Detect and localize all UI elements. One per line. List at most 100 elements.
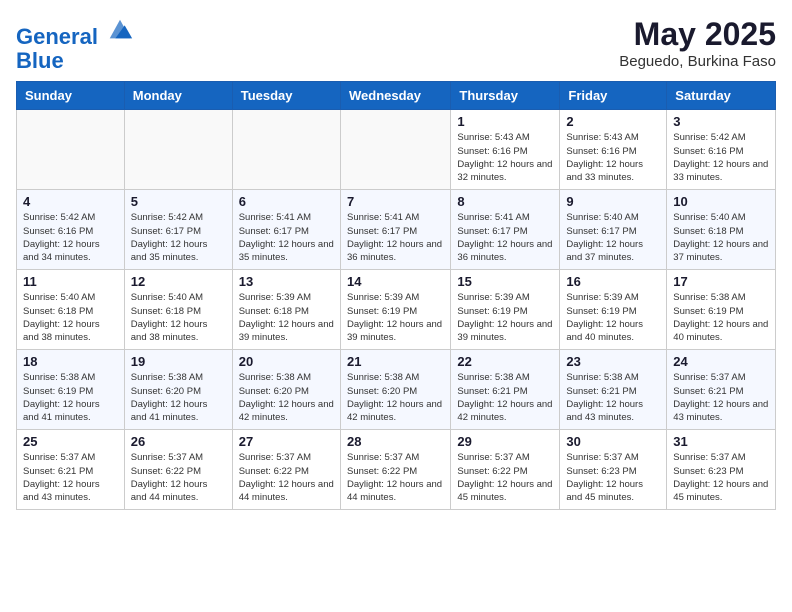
day-info: Sunrise: 5:39 AM Sunset: 6:19 PM Dayligh… xyxy=(347,291,444,344)
calendar-cell: 16 Sunrise: 5:39 AM Sunset: 6:19 PM Dayli… xyxy=(560,270,667,350)
day-info: Sunrise: 5:41 AM Sunset: 6:17 PM Dayligh… xyxy=(457,211,553,264)
day-number: 8 xyxy=(457,194,553,209)
calendar-cell: 22 Sunrise: 5:38 AM Sunset: 6:21 PM Dayli… xyxy=(451,350,560,430)
calendar-cell: 21Sunrise: 5:38 AM Sunset: 6:20 PM Dayli… xyxy=(340,350,450,430)
day-number: 6 xyxy=(239,194,334,209)
day-number: 14 xyxy=(347,274,444,289)
calendar-cell: 15 Sunrise: 5:39 AM Sunset: 6:19 PM Dayli… xyxy=(451,270,560,350)
day-number: 10 xyxy=(673,194,769,209)
calendar-cell: 13 Sunrise: 5:39 AM Sunset: 6:18 PM Dayli… xyxy=(232,270,340,350)
day-number: 19 xyxy=(131,354,226,369)
day-number: 17 xyxy=(673,274,769,289)
day-info: Sunrise: 5:38 AM Sunset: 6:20 PM Dayligh… xyxy=(131,371,226,424)
calendar-cell: 20 Sunrise: 5:38 AM Sunset: 6:20 PM Dayli… xyxy=(232,350,340,430)
calendar-cell: 9Sunrise: 5:40 AM Sunset: 6:17 PM Daylig… xyxy=(560,190,667,270)
calendar-cell: 31Sunrise: 5:37 AM Sunset: 6:23 PM Dayli… xyxy=(667,430,776,510)
calendar-cell: 18 Sunrise: 5:38 AM Sunset: 6:19 PM Dayli… xyxy=(17,350,125,430)
day-number: 21 xyxy=(347,354,444,369)
calendar-cell: 23Sunrise: 5:38 AM Sunset: 6:21 PM Dayli… xyxy=(560,350,667,430)
day-info: Sunrise: 5:38 AM Sunset: 6:20 PM Dayligh… xyxy=(239,371,334,424)
calendar-cell: 14 Sunrise: 5:39 AM Sunset: 6:19 PM Dayli… xyxy=(340,270,450,350)
weekday-header-friday: Friday xyxy=(560,82,667,110)
day-number: 28 xyxy=(347,434,444,449)
calendar-cell: 24 Sunrise: 5:37 AM Sunset: 6:21 PM Dayli… xyxy=(667,350,776,430)
logo-line2: Blue xyxy=(16,49,134,73)
calendar-cell xyxy=(124,110,232,190)
day-info: Sunrise: 5:38 AM Sunset: 6:21 PM Dayligh… xyxy=(457,371,553,424)
month-title: May 2025 xyxy=(619,16,776,53)
calendar-cell: 26 Sunrise: 5:37 AM Sunset: 6:22 PM Dayli… xyxy=(124,430,232,510)
logo-line1: General xyxy=(16,24,98,49)
day-number: 16 xyxy=(566,274,660,289)
calendar-cell: 1Sunrise: 5:43 AM Sunset: 6:16 PM Daylig… xyxy=(451,110,560,190)
day-number: 13 xyxy=(239,274,334,289)
day-number: 26 xyxy=(131,434,226,449)
day-number: 23 xyxy=(566,354,660,369)
day-info: Sunrise: 5:39 AM Sunset: 6:19 PM Dayligh… xyxy=(566,291,660,344)
day-number: 11 xyxy=(23,274,118,289)
calendar-cell: 30Sunrise: 5:37 AM Sunset: 6:23 PM Dayli… xyxy=(560,430,667,510)
day-info: Sunrise: 5:37 AM Sunset: 6:23 PM Dayligh… xyxy=(673,451,769,504)
day-number: 15 xyxy=(457,274,553,289)
day-number: 9 xyxy=(566,194,660,209)
logo-icon xyxy=(106,16,134,44)
weekday-header-thursday: Thursday xyxy=(451,82,560,110)
calendar-cell: 12Sunrise: 5:40 AM Sunset: 6:18 PM Dayli… xyxy=(124,270,232,350)
weekday-header-wednesday: Wednesday xyxy=(340,82,450,110)
day-info: Sunrise: 5:43 AM Sunset: 6:16 PM Dayligh… xyxy=(457,131,553,184)
calendar-cell: 27 Sunrise: 5:37 AM Sunset: 6:22 PM Dayli… xyxy=(232,430,340,510)
day-number: 22 xyxy=(457,354,553,369)
day-number: 12 xyxy=(131,274,226,289)
location-subtitle: Beguedo, Burkina Faso xyxy=(619,53,776,70)
day-info: Sunrise: 5:43 AM Sunset: 6:16 PM Dayligh… xyxy=(566,131,660,184)
day-number: 5 xyxy=(131,194,226,209)
page-header: General Blue May 2025 Beguedo, Burkina F… xyxy=(16,16,776,73)
calendar-cell: 4 Sunrise: 5:42 AM Sunset: 6:16 PM Daylig… xyxy=(17,190,125,270)
calendar-week-3: 11 Sunrise: 5:40 AM Sunset: 6:18 PM Dayli… xyxy=(17,270,776,350)
day-info: Sunrise: 5:37 AM Sunset: 6:21 PM Dayligh… xyxy=(673,371,769,424)
day-info: Sunrise: 5:38 AM Sunset: 6:19 PM Dayligh… xyxy=(23,371,118,424)
day-info: Sunrise: 5:39 AM Sunset: 6:19 PM Dayligh… xyxy=(457,291,553,344)
day-info: Sunrise: 5:39 AM Sunset: 6:18 PM Dayligh… xyxy=(239,291,334,344)
calendar-cell xyxy=(340,110,450,190)
day-info: Sunrise: 5:37 AM Sunset: 6:22 PM Dayligh… xyxy=(239,451,334,504)
calendar-cell: 29Sunrise: 5:37 AM Sunset: 6:22 PM Dayli… xyxy=(451,430,560,510)
calendar-cell: 6 Sunrise: 5:41 AM Sunset: 6:17 PM Daylig… xyxy=(232,190,340,270)
day-info: Sunrise: 5:41 AM Sunset: 6:17 PM Dayligh… xyxy=(347,211,444,264)
day-number: 4 xyxy=(23,194,118,209)
calendar-cell: 11 Sunrise: 5:40 AM Sunset: 6:18 PM Dayli… xyxy=(17,270,125,350)
day-info: Sunrise: 5:38 AM Sunset: 6:19 PM Dayligh… xyxy=(673,291,769,344)
day-info: Sunrise: 5:40 AM Sunset: 6:18 PM Dayligh… xyxy=(673,211,769,264)
calendar-cell: 3 Sunrise: 5:42 AM Sunset: 6:16 PM Daylig… xyxy=(667,110,776,190)
day-info: Sunrise: 5:37 AM Sunset: 6:22 PM Dayligh… xyxy=(131,451,226,504)
day-info: Sunrise: 5:42 AM Sunset: 6:16 PM Dayligh… xyxy=(23,211,118,264)
calendar-week-2: 4 Sunrise: 5:42 AM Sunset: 6:16 PM Daylig… xyxy=(17,190,776,270)
weekday-header-tuesday: Tuesday xyxy=(232,82,340,110)
day-number: 24 xyxy=(673,354,769,369)
calendar-cell xyxy=(17,110,125,190)
calendar-cell xyxy=(232,110,340,190)
day-number: 18 xyxy=(23,354,118,369)
day-info: Sunrise: 5:37 AM Sunset: 6:23 PM Dayligh… xyxy=(566,451,660,504)
day-number: 27 xyxy=(239,434,334,449)
day-info: Sunrise: 5:37 AM Sunset: 6:22 PM Dayligh… xyxy=(457,451,553,504)
day-info: Sunrise: 5:42 AM Sunset: 6:17 PM Dayligh… xyxy=(131,211,226,264)
calendar-cell: 8 Sunrise: 5:41 AM Sunset: 6:17 PM Daylig… xyxy=(451,190,560,270)
day-info: Sunrise: 5:42 AM Sunset: 6:16 PM Dayligh… xyxy=(673,131,769,184)
day-number: 2 xyxy=(566,114,660,129)
day-info: Sunrise: 5:40 AM Sunset: 6:18 PM Dayligh… xyxy=(23,291,118,344)
calendar-table: SundayMondayTuesdayWednesdayThursdayFrid… xyxy=(16,81,776,510)
day-number: 3 xyxy=(673,114,769,129)
title-block: May 2025 Beguedo, Burkina Faso xyxy=(619,16,776,70)
weekday-header-saturday: Saturday xyxy=(667,82,776,110)
weekday-header-row: SundayMondayTuesdayWednesdayThursdayFrid… xyxy=(17,82,776,110)
calendar-week-4: 18 Sunrise: 5:38 AM Sunset: 6:19 PM Dayli… xyxy=(17,350,776,430)
day-number: 7 xyxy=(347,194,444,209)
day-info: Sunrise: 5:37 AM Sunset: 6:22 PM Dayligh… xyxy=(347,451,444,504)
day-info: Sunrise: 5:41 AM Sunset: 6:17 PM Dayligh… xyxy=(239,211,334,264)
day-number: 20 xyxy=(239,354,334,369)
logo-text: General xyxy=(16,16,134,49)
weekday-header-sunday: Sunday xyxy=(17,82,125,110)
day-info: Sunrise: 5:37 AM Sunset: 6:21 PM Dayligh… xyxy=(23,451,118,504)
calendar-cell: 19 Sunrise: 5:38 AM Sunset: 6:20 PM Dayli… xyxy=(124,350,232,430)
